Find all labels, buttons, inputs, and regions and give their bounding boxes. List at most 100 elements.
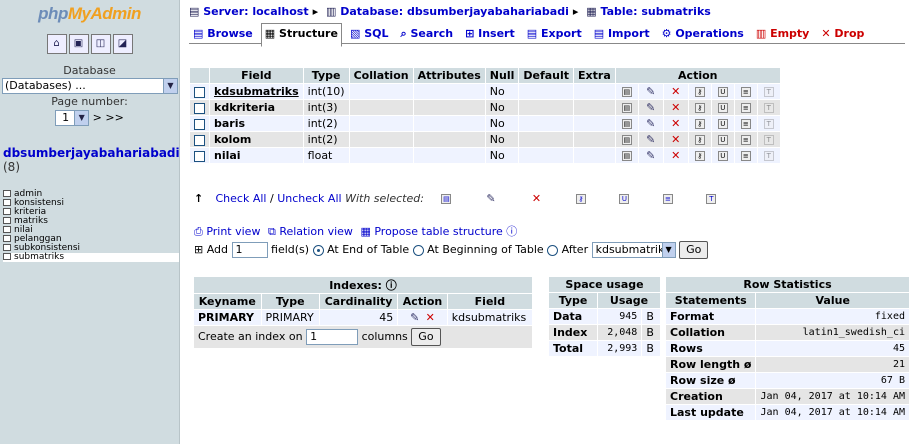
row-select-cell bbox=[190, 84, 209, 99]
tab-search[interactable]: ⌕ Search bbox=[396, 23, 458, 43]
table-list-item[interactable]: submatriks bbox=[3, 253, 179, 262]
tab-empty[interactable]: ▥ Empty bbox=[751, 23, 814, 43]
print-view-link[interactable]: Print view bbox=[206, 225, 260, 238]
row-checkbox[interactable] bbox=[194, 118, 205, 130]
tab-browse[interactable]: ▤ Browse bbox=[189, 23, 257, 43]
next-page-link[interactable]: > >> bbox=[93, 111, 124, 124]
primary-key-icon[interactable]: ⚷ bbox=[694, 135, 705, 145]
breadcrumb-table[interactable]: Table: submatriks bbox=[601, 5, 711, 18]
delete-icon[interactable]: ✕ bbox=[670, 150, 682, 162]
space-type: Index bbox=[553, 326, 588, 339]
at-beginning-label: At Beginning of Table bbox=[427, 243, 544, 256]
after-field-select[interactable]: kdsubmatriks ▼ bbox=[591, 242, 676, 258]
field-count-input[interactable]: 1 bbox=[231, 242, 268, 258]
delete-icon[interactable]: ✕ bbox=[670, 86, 682, 98]
tab-export[interactable]: ▤ Export bbox=[522, 23, 586, 43]
browse-icon[interactable]: ▤ bbox=[621, 119, 632, 129]
field-name[interactable]: kolom bbox=[210, 132, 303, 147]
index-icon[interactable]: ≡ bbox=[740, 119, 751, 129]
browse-icon[interactable]: ▤ bbox=[621, 87, 632, 97]
unique-icon[interactable]: U bbox=[717, 151, 728, 161]
primary-key-icon[interactable]: ⚷ bbox=[694, 119, 705, 129]
tab-sql[interactable]: ▧ SQL bbox=[345, 23, 393, 43]
database-select[interactable]: (Databases) ... ▼ bbox=[2, 78, 178, 94]
browse-icon[interactable]: ▤ bbox=[621, 135, 632, 145]
index-column-header: Keyname bbox=[194, 294, 261, 309]
unique-icon[interactable]: U bbox=[717, 119, 728, 129]
index-icon[interactable]: ≡ bbox=[662, 194, 673, 204]
query-icon[interactable]: ◪ bbox=[112, 34, 133, 54]
tab-import[interactable]: ▤ Import bbox=[589, 23, 654, 43]
fulltext-icon[interactable]: T bbox=[763, 103, 774, 113]
row-checkbox[interactable] bbox=[194, 150, 205, 162]
row-checkbox[interactable] bbox=[194, 134, 205, 146]
browse-icon[interactable]: ▤ bbox=[621, 151, 632, 161]
primary-key-icon[interactable]: ⚷ bbox=[694, 87, 705, 97]
tab-operations[interactable]: ⚙ Operations bbox=[657, 23, 748, 43]
row-checkbox[interactable] bbox=[194, 86, 205, 98]
primary-key-icon[interactable]: ⚷ bbox=[575, 194, 586, 204]
field-name[interactable]: nilai bbox=[210, 148, 303, 163]
row-checkbox[interactable] bbox=[194, 102, 205, 114]
create-index-go-button[interactable]: Go bbox=[411, 328, 441, 346]
unique-icon[interactable]: U bbox=[619, 194, 630, 204]
breadcrumb-database[interactable]: Database: dbsumberjayabahariabadi bbox=[340, 5, 569, 18]
tab-insert[interactable]: ⊞ Insert bbox=[461, 23, 519, 43]
fulltext-icon[interactable]: T bbox=[706, 194, 717, 204]
at-beginning-radio[interactable] bbox=[412, 244, 424, 256]
delete-icon[interactable]: ✕ bbox=[424, 312, 436, 324]
fulltext-icon[interactable]: T bbox=[763, 119, 774, 129]
help-icon[interactable]: ⓘ bbox=[506, 225, 517, 238]
page-number-select[interactable]: 1 ▼ bbox=[55, 110, 90, 126]
help-icon[interactable]: ⓘ bbox=[386, 279, 397, 292]
phpmyadmin-logo[interactable]: phpMyAdmin bbox=[0, 0, 179, 34]
index-icon[interactable]: ≡ bbox=[740, 135, 751, 145]
edit-icon[interactable]: ✎ bbox=[645, 150, 657, 162]
field-name[interactable]: kdkriteria bbox=[210, 100, 303, 115]
delete-icon[interactable]: ✕ bbox=[670, 134, 682, 146]
delete-icon[interactable]: ✕ bbox=[670, 118, 682, 130]
browse-icon[interactable]: ▤ bbox=[441, 194, 452, 204]
docs-icon[interactable]: ◫ bbox=[90, 34, 111, 54]
delete-icon[interactable]: ✕ bbox=[670, 102, 682, 114]
sql-window-icon[interactable]: ▣ bbox=[68, 34, 89, 54]
add-field-go-button[interactable]: Go bbox=[679, 241, 709, 259]
edit-icon[interactable]: ✎ bbox=[409, 312, 421, 324]
index-icon[interactable]: ≡ bbox=[740, 87, 751, 97]
action-cell: ✕ bbox=[664, 148, 688, 163]
index-icon[interactable]: ≡ bbox=[740, 103, 751, 113]
field-null: No bbox=[489, 85, 505, 98]
field-name[interactable]: kdsubmatriks bbox=[210, 84, 303, 99]
fulltext-icon[interactable]: T bbox=[763, 151, 774, 161]
index-icon[interactable]: ≡ bbox=[740, 151, 751, 161]
relation-view-link[interactable]: Relation view bbox=[279, 225, 353, 238]
fulltext-icon[interactable]: T bbox=[763, 135, 774, 145]
browse-icon[interactable]: ▤ bbox=[621, 103, 632, 113]
propose-structure-link[interactable]: Propose table structure bbox=[374, 225, 502, 238]
database-name-link[interactable]: dbsumberjayabahariabadi (8) bbox=[0, 146, 179, 174]
index-columns-input[interactable]: 1 bbox=[306, 329, 359, 345]
primary-key-icon[interactable]: ⚷ bbox=[694, 151, 705, 161]
tab-drop[interactable]: ✕ Drop bbox=[817, 23, 869, 43]
unique-icon[interactable]: U bbox=[717, 87, 728, 97]
uncheck-all-link[interactable]: Uncheck All bbox=[277, 192, 341, 205]
fulltext-icon[interactable]: T bbox=[763, 87, 774, 97]
delete-icon[interactable]: ✕ bbox=[530, 193, 542, 205]
primary-key-icon[interactable]: ⚷ bbox=[694, 103, 705, 113]
edit-icon[interactable]: ✎ bbox=[645, 86, 657, 98]
action-cell: ▤ bbox=[616, 84, 638, 99]
edit-icon[interactable]: ✎ bbox=[485, 193, 497, 205]
edit-icon[interactable]: ✎ bbox=[645, 102, 657, 114]
check-all-link[interactable]: Check All bbox=[216, 192, 267, 205]
at-end-radio[interactable] bbox=[312, 244, 324, 256]
field-name[interactable]: baris bbox=[210, 116, 303, 131]
unique-icon[interactable]: U bbox=[717, 103, 728, 113]
edit-icon[interactable]: ✎ bbox=[645, 118, 657, 130]
tab-structure[interactable]: ▦ Structure bbox=[260, 23, 342, 47]
edit-icon[interactable]: ✎ bbox=[645, 134, 657, 146]
breadcrumb-server[interactable]: Server: localhost bbox=[203, 5, 308, 18]
home-icon[interactable]: ⌂ bbox=[46, 34, 67, 54]
unique-icon[interactable]: U bbox=[717, 135, 728, 145]
sql-icon: ▧ bbox=[349, 27, 365, 40]
after-radio[interactable] bbox=[547, 244, 559, 256]
